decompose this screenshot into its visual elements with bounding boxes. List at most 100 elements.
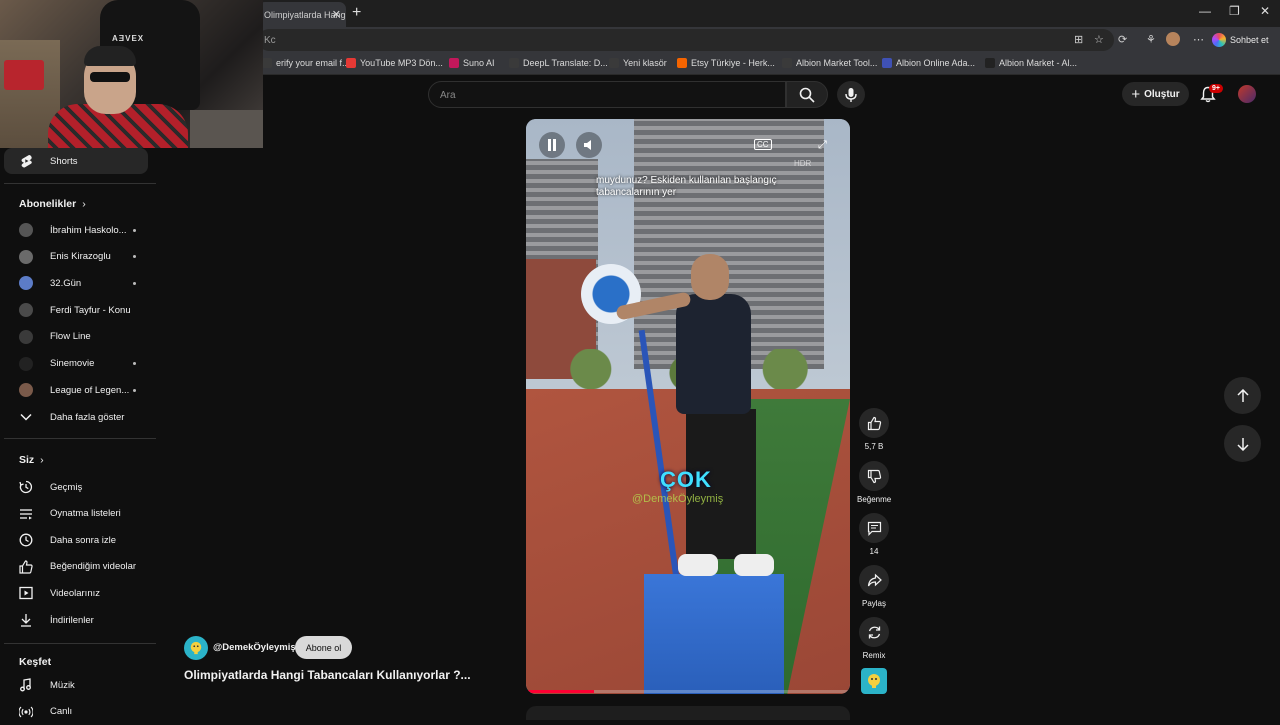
video-title[interactable]: Olimpiyatlarda Hangi Tabancaları Kullanı… [184,668,471,682]
url-bar[interactable]: Kc [258,29,1114,51]
extension-icon[interactable]: ⟳ [1118,33,1127,46]
clock-icon [19,533,33,547]
channel-logo-icon [190,641,202,655]
sidebar-item-label: Geçmiş [50,481,83,493]
subscription-item[interactable]: Flow Line [4,324,148,350]
subscription-label: League of Legen... [50,384,130,396]
comment-action[interactable]: 14 [857,513,891,556]
bookmark-item[interactable]: Yeni klasör [609,58,667,68]
plus-icon: + [1131,85,1141,103]
subscription-item[interactable]: League of Legen... [4,377,148,403]
share-label: Paylaş [861,599,886,608]
explore-item[interactable]: Canlı [4,699,148,725]
subscription-item[interactable]: Sinemovie [4,351,148,377]
subscription-item[interactable]: Enis Kirazoglu [4,244,148,270]
profile-avatar-icon[interactable] [1166,32,1180,46]
channel-avatar[interactable] [184,636,208,660]
minimize-icon[interactable]: — [1199,4,1211,18]
sidebar-divider [4,183,156,184]
you-item[interactable]: Videolarınız [4,580,148,606]
shorts-icon [19,154,33,168]
live-icon [19,705,33,719]
share-button[interactable] [859,565,889,595]
bookmark-item[interactable]: Albion Online Ada... [882,58,975,68]
captions-button[interactable]: CC [754,139,772,150]
remix-button[interactable] [859,617,889,647]
bookmark-label: Albion Market - Al... [999,58,1078,68]
volume-icon [584,140,591,150]
previous-short-button[interactable] [1224,377,1261,414]
you-item[interactable]: Daha sonra izle [4,527,148,553]
you-item[interactable]: Geçmiş [4,474,148,500]
account-avatar[interactable] [1238,85,1256,103]
comment-button[interactable] [859,513,889,543]
volume-button[interactable] [576,132,602,158]
show-more-button[interactable]: Daha fazla göster [4,404,148,430]
browser-tab[interactable]: Olimpiyatlarda Hangi Ta ✕ [258,2,346,27]
dislike-label: Beğenme [857,495,892,504]
bookmark-favicon-icon [449,58,459,68]
bookmark-item[interactable]: Albion Market Tool... [782,58,877,68]
video-shoe [734,554,774,576]
next-short-preview[interactable] [526,706,850,720]
subscriptions-heading[interactable]: Abonelikler › [19,198,86,210]
subscription-item[interactable]: İbrahim Haskolo... [4,217,148,243]
search-button[interactable] [786,81,828,108]
like-button[interactable] [859,408,889,438]
shorts-video-player[interactable]: CC HDR ⤢ muydunuz? Eskiden kullanılan ba… [526,119,850,694]
like-action[interactable]: 5,7 B [857,408,891,451]
webcam-overlay: AƎVEX [0,0,263,148]
explore-item[interactable]: Müzik [4,672,148,698]
sidebar-item-label: Müzik [50,679,75,691]
subscription-item[interactable]: 32.Gün [4,270,148,296]
video-progress-bar[interactable] [526,690,850,693]
you-heading[interactable]: Siz › [19,454,44,466]
bookmark-item[interactable]: DeepL Translate: D... [509,58,608,68]
sidebar-item-label: Daha fazla göster [50,411,125,423]
puzzle-icon[interactable]: ⚘ [1146,33,1156,46]
new-tab-icon[interactable]: + [352,4,361,22]
bookmark-star-icon[interactable]: ☆ [1094,33,1104,46]
sidebar-item-label: Daha sonra izle [50,534,117,546]
install-app-icon[interactable]: ⊞ [1074,33,1083,46]
bookmark-favicon-icon [782,58,792,68]
dislike-button[interactable] [859,461,889,491]
remix-label: Remix [862,651,886,660]
channel-avatar-icon [19,223,33,237]
you-item[interactable]: Oynatma listeleri [4,501,148,527]
search-input[interactable]: Ara [428,81,786,108]
bookmark-item[interactable]: erify your email f... [262,58,350,68]
subscription-item[interactable]: Ferdi Tayfur - Konu [4,297,148,323]
remix-action[interactable]: Remix [857,617,891,660]
bookmark-item[interactable]: YouTube MP3 Dön... [346,58,443,68]
channel-avatar-icon [19,303,33,318]
thumbs-down-icon [867,469,881,483]
fullscreen-icon[interactable]: ⤢ [818,139,827,152]
bookmark-item[interactable]: Suno AI [449,58,495,68]
sidebar-item-label: Shorts [50,155,78,167]
channel-name[interactable]: @DemekÖyleymiş [213,642,296,653]
channel-thumbnail[interactable] [861,668,887,694]
tab-close-icon[interactable]: ✕ [332,8,341,21]
next-short-button[interactable] [1224,425,1261,462]
bookmark-favicon-icon [509,58,519,68]
bookmark-item[interactable]: Albion Market - Al... [985,58,1077,68]
close-window-icon[interactable]: ✕ [1260,4,1270,18]
bookmark-favicon-icon [262,58,272,68]
sidebar-divider [4,438,156,439]
create-button[interactable]: + Oluştur [1122,82,1189,106]
you-item[interactable]: İndirilenler [4,607,148,633]
menu-dots-icon[interactable]: ⋯ [1193,33,1204,46]
bookmark-item[interactable]: Etsy Türkiye - Herk... [677,58,775,68]
sidebar-divider [4,643,156,644]
sidebar-item-shorts[interactable]: Shorts [4,148,148,174]
you-item[interactable]: Beğendiğim videolar [4,554,148,580]
pause-button[interactable] [539,132,565,158]
share-action[interactable]: Paylaş [857,565,891,608]
dislike-action[interactable]: Beğenme [857,461,891,504]
restore-icon[interactable]: ❐ [1229,4,1240,18]
chat-button[interactable]: Sohbet et [1212,30,1269,50]
subscribe-button[interactable]: Abone ol [295,636,352,659]
bookmark-label: Etsy Türkiye - Herk... [691,58,775,68]
voice-search-button[interactable] [837,81,865,108]
